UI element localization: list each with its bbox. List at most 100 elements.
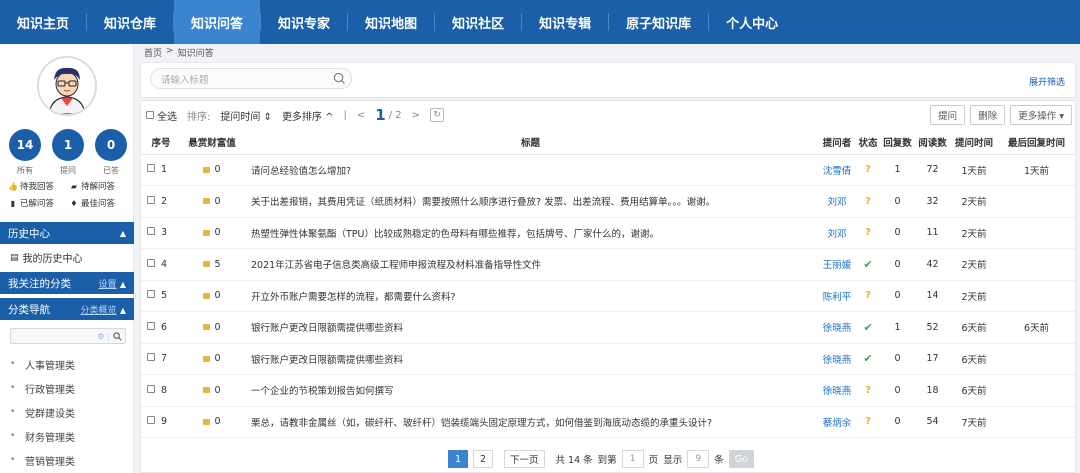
nav-tab-4[interactable]: 知识地图 [348, 0, 434, 44]
asker-link[interactable]: 蔡炳余 [818, 406, 856, 438]
row-checkbox[interactable] [147, 195, 155, 204]
last-reply-cell: 1天前 [998, 154, 1075, 186]
quick-link-unsolved[interactable]: ▰ 待解问答 [69, 180, 130, 193]
nav-tab-5[interactable]: 知识社区 [435, 0, 521, 44]
row-checkbox[interactable] [147, 227, 155, 236]
nav-tab-1[interactable]: 知识仓库 [87, 0, 173, 44]
row-checkbox[interactable] [147, 384, 155, 393]
status-cell: ? [856, 185, 880, 218]
page-size-input[interactable]: 9 [687, 450, 710, 468]
bullet-icon: • [10, 431, 16, 441]
title-link[interactable]: 热塑性弹性体聚氨酯（TPU）比较成熟稳定的色母料有哪些推荐，包括牌号、厂家什么的… [243, 217, 818, 249]
settings-link[interactable]: 设置 [98, 280, 116, 290]
go-button[interactable]: Go [728, 450, 754, 468]
row-checkbox[interactable] [147, 164, 155, 173]
asker-link[interactable]: 徐晓燕 [818, 311, 856, 344]
category-item[interactable]: • 财务管理类 [10, 424, 128, 448]
expand-filter-link[interactable]: 展开筛选 [1029, 75, 1065, 88]
category-item[interactable]: • 党群建设类 [10, 400, 128, 424]
title-link[interactable]: 请问总经验值怎么增加? [243, 154, 818, 186]
asker-link[interactable]: 陈利平 [818, 280, 856, 312]
table-row[interactable]: 9 0 栗总，请教非金属丝（如，碳纤杆、玻纤杆）铠装缆端头固定原理方式，如何借鉴到海… [141, 406, 1075, 438]
gear-icon[interactable]: ⚙ [97, 332, 104, 341]
title-link[interactable]: 银行账户更改日限额需提供哪些资料 [243, 311, 818, 344]
title-link[interactable]: 关于出差报销，其费用凭证（纸质材料）需要按照什么顺序进行叠放? 发票、出差流程、… [243, 185, 818, 218]
category-item[interactable]: • 行政管理类 [10, 376, 128, 400]
pending-question-icon: ? [865, 290, 871, 302]
quick-link-best[interactable]: ♦ 最佳问答 [69, 197, 130, 210]
stat-answered[interactable]: 0 已答 [94, 129, 128, 176]
quick-link-solved[interactable]: ▮ 已解问答 [8, 197, 69, 210]
sort-field-dropdown[interactable]: 提问时间 ⇕ [220, 108, 272, 123]
asker-link[interactable]: 刘邓 [818, 217, 856, 249]
title-link[interactable]: 栗总，请教非金属丝（如，碳纤杆、玻纤杆）铠装缆端头固定原理方式，如何借鉴到海底动… [243, 406, 818, 438]
more-actions-button[interactable]: 更多操作 ▾ [1010, 105, 1072, 125]
asker-link[interactable]: 沈雪倩 [818, 154, 856, 186]
delete-button[interactable]: 删除 [970, 105, 1006, 125]
nav-tab-3[interactable]: 知识专家 [261, 0, 347, 44]
title-link[interactable]: 2021年江苏省电子信息类高级工程师申报流程及材料准备指导性文件 [243, 248, 818, 281]
page-button-2[interactable]: 2 [473, 450, 493, 468]
section-title: 历史中心 [8, 227, 50, 240]
title-link[interactable]: 开立外币账户需要怎样的流程，都需要什么资料? [243, 280, 818, 312]
row-checkbox[interactable] [147, 258, 155, 267]
asked-time-cell: 6天前 [950, 343, 998, 375]
quick-link-label: 最佳问答 [81, 199, 116, 209]
asker-link[interactable]: 徐晓燕 [818, 343, 856, 375]
reads-cell: 72 [915, 154, 950, 186]
table-row[interactable]: 6 0 银行账户更改日限额需提供哪些资料 徐晓燕 ✔ 1 52 6天前 6天前 [141, 311, 1075, 344]
more-sort-dropdown[interactable]: 更多排序 ^ [282, 108, 334, 123]
flame-icon: ♦ [70, 198, 78, 208]
refresh-icon[interactable]: ↻ [430, 108, 445, 122]
table-row[interactable]: 2 0 关于出差报销，其费用凭证（纸质材料）需要按照什么顺序进行叠放? 发票、出差流… [141, 185, 1075, 218]
nav-tab-8[interactable]: 个人中心 [709, 0, 795, 44]
category-search-input[interactable]: ⚙ | [10, 328, 126, 344]
page-button-1[interactable]: 1 [448, 450, 468, 468]
stat-asked[interactable]: 1 提问 [51, 129, 85, 176]
quick-link-pending-me[interactable]: 👍 待我回答 [8, 180, 69, 193]
reads-cell: 11 [915, 217, 950, 249]
table-row[interactable]: 1 0 请问总经验值怎么增加? 沈雪倩? 1 72 1天前 1天前 [141, 154, 1075, 186]
select-all-checkbox[interactable]: 全选 [146, 108, 177, 123]
history-center-header[interactable]: 历史中心 ▲ [0, 222, 134, 244]
category-nav-header[interactable]: 分类导航 分类概览 ▲ [0, 298, 134, 320]
sidebar-item-my-history[interactable]: ▤ 我的历史中心 [10, 250, 83, 266]
ask-button[interactable]: 提问 [930, 105, 966, 125]
search-icon[interactable] [113, 331, 122, 341]
row-checkbox[interactable] [147, 353, 155, 362]
table-row[interactable]: 5 0 开立外币账户需要怎样的流程，都需要什么资料? 陈利平? 0 14 2天前 [141, 280, 1075, 312]
category-item[interactable]: • 营销管理类 [10, 448, 128, 472]
table-row[interactable]: 7 0 银行账户更改日限额需提供哪些资料 徐晓燕 ✔ 0 17 6天前 [141, 343, 1075, 375]
asker-link[interactable]: 刘邓 [818, 185, 856, 218]
next-page-button[interactable]: 下一页 [504, 450, 545, 468]
table-row[interactable]: 4 5 2021年江苏省电子信息类高级工程师申报流程及材料准备指导性文件 王丽媛 ✔ 0 4… [141, 248, 1075, 281]
row-checkbox[interactable] [147, 321, 155, 330]
nav-tab-0[interactable]: 知识主页 [0, 0, 86, 44]
category-item[interactable]: • 人事管理类 [10, 352, 128, 376]
asker-link[interactable]: 王丽媛 [818, 248, 856, 281]
nav-tab-2[interactable]: 知识问答 [174, 0, 261, 44]
table-row[interactable]: 3 0 热塑性弹性体聚氨酯（TPU）比较成熟稳定的色母料有哪些推荐，包括牌号、厂家什… [141, 217, 1075, 249]
column-header: 状态 [856, 130, 880, 155]
reward-cell: 0 [181, 343, 243, 375]
goto-page-input[interactable]: 1 [621, 450, 644, 468]
title-link[interactable]: 一个企业的节税策划报告如何撰写 [243, 374, 818, 407]
nav-tab-7[interactable]: 原子知识库 [609, 0, 708, 44]
asker-link[interactable]: 徐晓燕 [818, 374, 856, 407]
title-link[interactable]: 银行账户更改日限额需提供哪些资料 [243, 343, 818, 375]
prev-page-button[interactable]: < [357, 110, 365, 121]
breadcrumb-home[interactable]: 首页 [144, 46, 162, 59]
title-search-input[interactable]: 请输入标题 [150, 68, 352, 89]
current-page: 1 [375, 106, 386, 124]
table-row[interactable]: 8 0 一个企业的节税策划报告如何撰写 徐晓燕? 0 18 6天前 [141, 374, 1075, 407]
stat-all[interactable]: 14 所有 [8, 129, 42, 176]
nav-tab-6[interactable]: 知识专辑 [522, 0, 608, 44]
category-overview-link[interactable]: 分类概览 [80, 306, 116, 316]
row-checkbox[interactable] [147, 290, 155, 299]
followed-categories-header[interactable]: 我关注的分类 设置 ▲ [0, 272, 134, 294]
seq-cell: 1 [141, 154, 181, 186]
avatar[interactable] [37, 56, 97, 116]
search-icon[interactable] [333, 72, 346, 85]
row-checkbox[interactable] [147, 416, 155, 425]
next-page-button[interactable]: > [412, 110, 420, 121]
